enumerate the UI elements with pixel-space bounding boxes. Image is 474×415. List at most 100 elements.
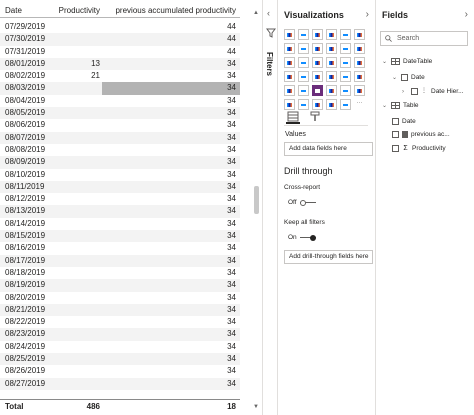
table-row[interactable]: 07/29/2019 44 <box>0 21 240 33</box>
scatter-chart-icon[interactable] <box>312 57 323 68</box>
cell-date[interactable]: 08/13/2019 <box>0 205 56 217</box>
scroll-down-arrow-icon[interactable]: ▼ <box>252 404 260 410</box>
donut-chart-icon[interactable] <box>340 57 351 68</box>
scroll-up-arrow-icon[interactable]: ▲ <box>252 10 260 16</box>
cell-previous-accumulated[interactable]: 34 <box>102 58 240 70</box>
table-row[interactable]: 08/14/2019 34 <box>0 218 240 230</box>
cell-productivity[interactable] <box>56 82 102 94</box>
line-column-chart-icon[interactable] <box>326 43 337 54</box>
column-header-previous-accumulated[interactable]: previous accumulated productivity <box>102 4 240 17</box>
matrix-icon[interactable] <box>326 85 337 96</box>
build-visual-tab[interactable] <box>286 111 300 124</box>
table-row[interactable]: 08/04/2019 34 <box>0 95 240 107</box>
cell-date[interactable]: 08/14/2019 <box>0 218 56 230</box>
cell-previous-accumulated[interactable]: 34 <box>102 70 240 82</box>
line-chart-icon[interactable] <box>284 43 295 54</box>
field-checkbox[interactable] <box>401 74 408 81</box>
fields-field-node[interactable]: previous ac... <box>392 131 450 138</box>
table-icon[interactable] <box>312 85 323 96</box>
vertical-scrollbar[interactable] <box>254 186 259 214</box>
clustered-column-chart-icon[interactable] <box>326 29 337 40</box>
fields-field-node[interactable]: ⌄ Date <box>392 74 425 81</box>
filters-expand-chevron-icon[interactable]: ‹ <box>267 8 270 18</box>
field-checkbox[interactable] <box>392 131 399 138</box>
cell-productivity[interactable] <box>56 255 102 267</box>
table-row[interactable]: 08/27/2019 34 <box>0 377 240 390</box>
cell-previous-accumulated[interactable]: 34 <box>102 267 240 279</box>
cell-previous-accumulated[interactable]: 34 <box>102 156 240 168</box>
cell-date[interactable]: 08/08/2019 <box>0 144 56 156</box>
more-visuals-icon[interactable]: ··· <box>354 99 365 110</box>
cell-date[interactable]: 08/23/2019 <box>0 328 56 340</box>
cell-date[interactable]: 07/30/2019 <box>0 33 56 45</box>
cell-previous-accumulated[interactable]: 34 <box>102 144 240 156</box>
python-visual-icon[interactable] <box>354 85 365 96</box>
cell-date[interactable]: 08/16/2019 <box>0 242 56 254</box>
table-row[interactable]: 08/15/2019 34 <box>0 230 240 243</box>
filters-pane-collapsed[interactable]: ‹ Filters <box>262 0 278 415</box>
table-row[interactable]: 08/03/2019 34 <box>0 82 240 95</box>
cell-previous-accumulated[interactable]: 34 <box>102 193 240 205</box>
key-influencers-icon[interactable] <box>284 99 295 110</box>
table-row[interactable]: 08/02/2019 21 34 <box>0 70 240 82</box>
cell-previous-accumulated[interactable]: 44 <box>102 46 240 58</box>
cell-productivity[interactable] <box>56 193 102 205</box>
table-row[interactable]: 08/07/2019 34 <box>0 131 240 144</box>
cell-productivity[interactable] <box>56 316 102 328</box>
line-clustered-column-icon[interactable] <box>340 43 351 54</box>
clustered-bar-chart-icon[interactable] <box>312 29 323 40</box>
card-icon[interactable] <box>340 71 351 82</box>
cell-previous-accumulated[interactable]: 34 <box>102 132 240 144</box>
table-row[interactable]: 08/18/2019 34 <box>0 267 240 279</box>
table-row[interactable]: 08/25/2019 34 <box>0 353 240 366</box>
pie-chart-icon[interactable] <box>326 57 337 68</box>
cell-previous-accumulated[interactable]: 44 <box>102 21 240 33</box>
treemap-icon[interactable] <box>354 57 365 68</box>
cell-previous-accumulated[interactable]: 34 <box>102 218 240 230</box>
field-checkbox[interactable] <box>392 118 399 125</box>
cell-previous-accumulated[interactable]: 34 <box>102 230 240 242</box>
cell-date[interactable]: 07/29/2019 <box>0 21 56 33</box>
filled-map-icon[interactable] <box>298 71 309 82</box>
table-row[interactable]: 08/09/2019 34 <box>0 156 240 169</box>
cell-productivity[interactable] <box>56 119 102 131</box>
visualizations-collapse-chevron-icon[interactable]: › <box>366 9 369 20</box>
table-row[interactable]: 08/11/2019 34 <box>0 180 240 194</box>
cell-productivity[interactable] <box>56 328 102 340</box>
slicer-icon[interactable] <box>298 85 309 96</box>
cell-date[interactable]: 08/04/2019 <box>0 95 56 107</box>
smart-narrative-icon[interactable] <box>326 99 337 110</box>
table-row[interactable]: 08/17/2019 34 <box>0 254 240 267</box>
cell-previous-accumulated[interactable]: 34 <box>102 316 240 328</box>
table-visual[interactable]: Date Productivity previous accumulated p… <box>0 0 262 415</box>
table-row[interactable]: 08/20/2019 34 <box>0 292 240 304</box>
fields-search-input[interactable]: Search <box>380 31 468 46</box>
cross-report-toggle[interactable]: Off <box>288 199 316 206</box>
fields-field-node[interactable]: Date <box>392 118 416 125</box>
cell-productivity[interactable] <box>56 230 102 242</box>
cell-productivity[interactable] <box>56 46 102 58</box>
table-row[interactable]: 08/22/2019 34 <box>0 316 240 328</box>
toggle-switch-icon[interactable] <box>299 234 316 241</box>
cell-previous-accumulated[interactable]: 34 <box>102 119 240 131</box>
table-row[interactable]: 08/13/2019 34 <box>0 205 240 218</box>
cell-date[interactable]: 08/25/2019 <box>0 353 56 365</box>
table-row[interactable]: 08/21/2019 34 <box>0 303 240 317</box>
field-checkbox[interactable] <box>411 88 418 95</box>
cell-productivity[interactable] <box>56 95 102 107</box>
decomposition-tree-icon[interactable] <box>298 99 309 110</box>
cell-previous-accumulated[interactable]: 34 <box>102 205 240 217</box>
gauge-icon[interactable] <box>326 71 337 82</box>
fields-table-node[interactable]: ⌄ Table <box>382 102 419 109</box>
cell-productivity[interactable] <box>56 304 102 316</box>
toggle-switch-icon[interactable] <box>299 199 316 206</box>
fields-table-node[interactable]: ⌄ DateTable <box>382 58 432 65</box>
drill-through-drop-zone[interactable]: Add drill-through fields here <box>284 250 373 264</box>
table-row[interactable]: 08/10/2019 34 <box>0 169 240 181</box>
table-row[interactable]: 08/24/2019 34 <box>0 341 240 353</box>
100-bar-chart-icon[interactable] <box>340 29 351 40</box>
table-row[interactable]: 08/19/2019 34 <box>0 279 240 292</box>
kpi-icon[interactable] <box>284 85 295 96</box>
100-column-chart-icon[interactable] <box>354 29 365 40</box>
stacked-column-chart-icon[interactable] <box>298 29 309 40</box>
